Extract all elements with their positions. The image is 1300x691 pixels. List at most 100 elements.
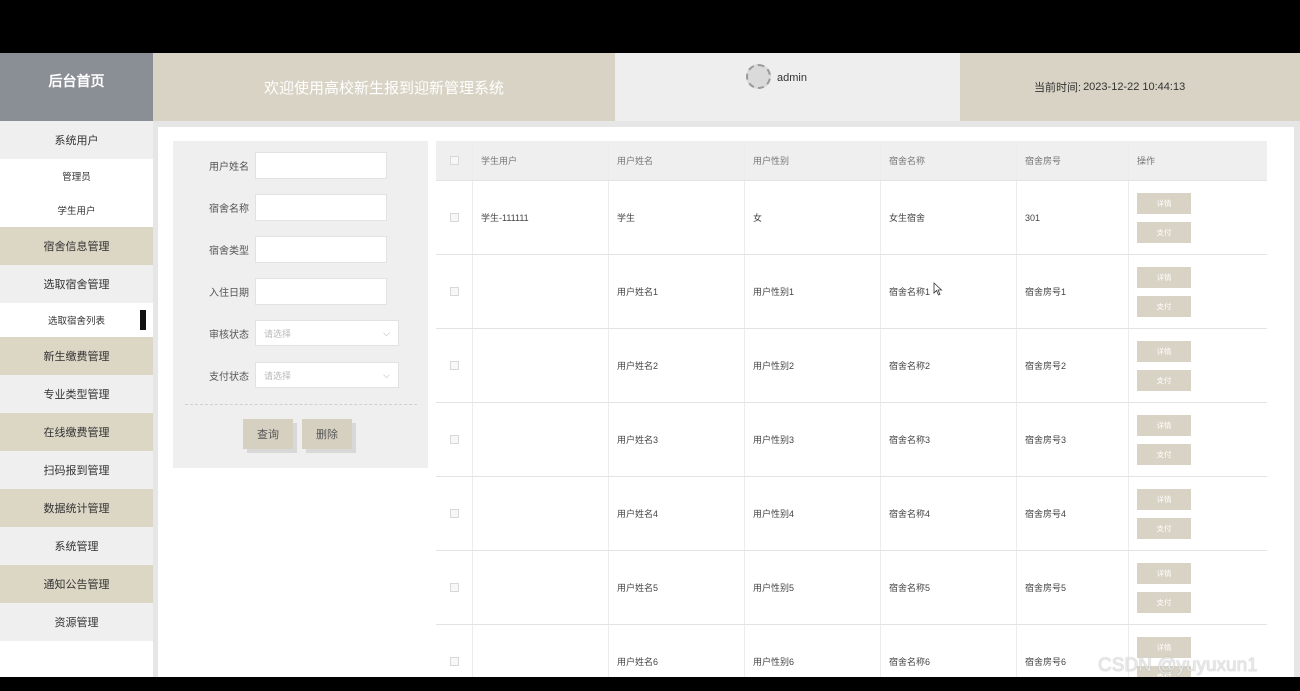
row-actions: 详情 支付 (1129, 329, 1267, 402)
form-row-review-status: 审核状态 请选择 ⌵ (173, 319, 428, 347)
row-actions: 详情 支付 (1129, 477, 1267, 550)
cell-dorm-name: 宿舍名称1 (881, 255, 1017, 328)
pay-button[interactable]: 支付 (1137, 221, 1191, 243)
detail-button[interactable]: 详情 (1137, 488, 1191, 510)
row-select-cell (436, 625, 473, 677)
cell-dorm-name: 女生宿舍 (881, 181, 1017, 254)
detail-button[interactable]: 详情 (1137, 266, 1191, 288)
watermark: CSDN @yuyuxun1 (1098, 655, 1258, 676)
pay-button[interactable]: 支付 (1137, 369, 1191, 391)
form-row-checkin-date: 入住日期 (173, 277, 428, 305)
cell-username: 用户姓名6 (609, 625, 745, 677)
row-checkbox[interactable] (449, 287, 459, 296)
table-row: 学生-111111 学生女女生宿舍 301 详情 支付 (436, 181, 1267, 255)
dorm-type-input[interactable] (255, 235, 387, 263)
row-checkbox[interactable] (449, 435, 459, 444)
sidebar-item-dorm-info[interactable]: 宿舍信息管理 (0, 227, 153, 265)
cell-room-number: 宿舍房号3 (1017, 403, 1129, 476)
cell-room-number: 宿舍房号5 (1017, 551, 1129, 624)
dorm-name-input[interactable] (255, 193, 387, 221)
sidebar-item-qr-checkin[interactable]: 扫码报到管理 (0, 451, 153, 489)
row-checkbox[interactable] (449, 583, 459, 592)
table-row: 用户姓名1 用户性别1 宿舍名称1 宿舍房号1 详情 支付 (436, 255, 1267, 329)
sidebar-item-system-management[interactable]: 系统管理 (0, 527, 153, 565)
cell-username: 用户姓名5 (609, 551, 745, 624)
table-body: 学生-111111 学生女女生宿舍 301 详情 支付 用户姓名1 用户性别1 宿舍名称1 宿舍… (436, 181, 1267, 677)
cell-student-user (473, 625, 609, 677)
cell-gender: 用户性别2 (745, 329, 881, 402)
form-row-payment-status: 支付状态 请选择 ⌵ (173, 361, 428, 389)
sidebar-item-dorm-selection[interactable]: 选取宿舍管理 (0, 265, 153, 303)
cell-username: 用户姓名3 (609, 403, 745, 476)
payment-status-label: 支付状态 (209, 371, 249, 383)
payment-status-placeholder: 请选择 (264, 370, 292, 381)
username: admin (777, 72, 807, 84)
review-status-label: 审核状态 (209, 329, 249, 341)
col-header-actions: 操作 (1137, 156, 1156, 166)
detail-button[interactable]: 详情 (1137, 192, 1191, 214)
col-header-gender: 用户性别 (745, 141, 881, 180)
pay-button[interactable]: 支付 (1137, 443, 1191, 465)
pay-button[interactable]: 支付 (1137, 295, 1191, 317)
system-title: 欢迎使用高校新生报到迎新管理系统 (153, 53, 615, 121)
time-label: 当前时间: (1034, 82, 1082, 94)
sidebar-item-online-payment[interactable]: 在线缴费管理 (0, 413, 153, 451)
cell-dorm-name: 宿舍名称2 (881, 329, 1017, 402)
form-row-dorm-type: 宿舍类型 (173, 235, 428, 263)
checkin-date-input[interactable] (255, 277, 387, 305)
col-header-room-number: 宿舍房号 (1017, 141, 1129, 180)
sidebar-subitem-admin[interactable]: 管理员 (0, 159, 153, 193)
sidebar-item-statistics[interactable]: 数据统计管理 (0, 489, 153, 527)
cell-student-user: 学生-111111 (473, 181, 609, 254)
payment-status-select[interactable]: 请选择 ⌵ (255, 362, 399, 388)
row-select-cell (436, 329, 473, 402)
select-all-checkbox[interactable] (449, 156, 459, 165)
row-select-cell (436, 181, 473, 254)
row-checkbox[interactable] (449, 361, 459, 370)
cell-room-number: 301 (1017, 181, 1129, 254)
pay-button[interactable]: 支付 (1137, 591, 1191, 613)
dorm-name-label: 宿舍名称 (209, 203, 249, 215)
table-row: 用户姓名2 用户性别2 宿舍名称2 宿舍房号2 详情 支付 (436, 329, 1267, 403)
avatar-icon[interactable] (746, 64, 771, 89)
table-row: 用户姓名5 用户性别5 宿舍名称5 宿舍房号5 详情 支付 (436, 551, 1267, 625)
app-window: 后台首页 欢迎使用高校新生报到迎新管理系统 admin 当前时间: 2023-1… (0, 53, 1300, 677)
pay-button[interactable]: 支付 (1137, 517, 1191, 539)
username-label: 用户姓名 (209, 161, 249, 173)
home-link[interactable]: 后台首页 (0, 53, 153, 121)
cell-student-user (473, 255, 609, 328)
sidebar-item-freshman-fees[interactable]: 新生缴费管理 (0, 337, 153, 375)
query-button[interactable]: 查询 (243, 419, 293, 449)
row-checkbox[interactable] (449, 509, 459, 518)
checkin-date-label: 入住日期 (209, 287, 249, 299)
sidebar: 系统用户 管理员 学生用户 宿舍信息管理 选取宿舍管理 选取宿舍列表 新生缴费管… (0, 121, 153, 677)
cell-gender: 用户性别1 (745, 255, 881, 328)
row-select-cell (436, 255, 473, 328)
sidebar-item-announcements[interactable]: 通知公告管理 (0, 565, 153, 603)
col-header-dorm-name: 宿舍名称 (881, 141, 1017, 180)
review-status-select[interactable]: 请选择 ⌵ (255, 320, 399, 346)
sidebar-subitem-student-users[interactable]: 学生用户 (0, 193, 153, 227)
cell-room-number: 宿舍房号4 (1017, 477, 1129, 550)
content-area: 用户姓名 宿舍名称 宿舍类型 入住日期 审核状态 请选择 ⌵ 支付状态 请选择 … (153, 127, 1300, 677)
sidebar-item-system-users[interactable]: 系统用户 (0, 121, 153, 159)
sidebar-subitem-dorm-selection-list[interactable]: 选取宿舍列表 (0, 303, 153, 337)
data-table: 学生用户 用户姓名 用户性别 宿舍名称 宿舍房号 操作 学生-111111 学生女… (436, 141, 1267, 677)
delete-button[interactable]: 删除 (302, 419, 352, 449)
row-select-cell (436, 477, 473, 550)
sidebar-item-resources[interactable]: 资源管理 (0, 603, 153, 641)
detail-button[interactable]: 详情 (1137, 340, 1191, 362)
detail-button[interactable]: 详情 (1137, 562, 1191, 584)
user-panel: admin (615, 53, 960, 121)
username-input[interactable] (255, 151, 387, 179)
cell-username: 用户姓名2 (609, 329, 745, 402)
sidebar-item-major-types[interactable]: 专业类型管理 (0, 375, 153, 413)
cell-gender: 用户性别6 (745, 625, 881, 677)
cell-gender: 女 (745, 181, 881, 254)
row-checkbox[interactable] (449, 213, 459, 222)
cell-gender: 用户性别4 (745, 477, 881, 550)
row-checkbox[interactable] (449, 657, 459, 666)
table-row: 用户姓名4 用户性别4 宿舍名称4 宿舍房号4 详情 支付 (436, 477, 1267, 551)
detail-button[interactable]: 详情 (1137, 414, 1191, 436)
bottom-bar (0, 677, 1300, 691)
